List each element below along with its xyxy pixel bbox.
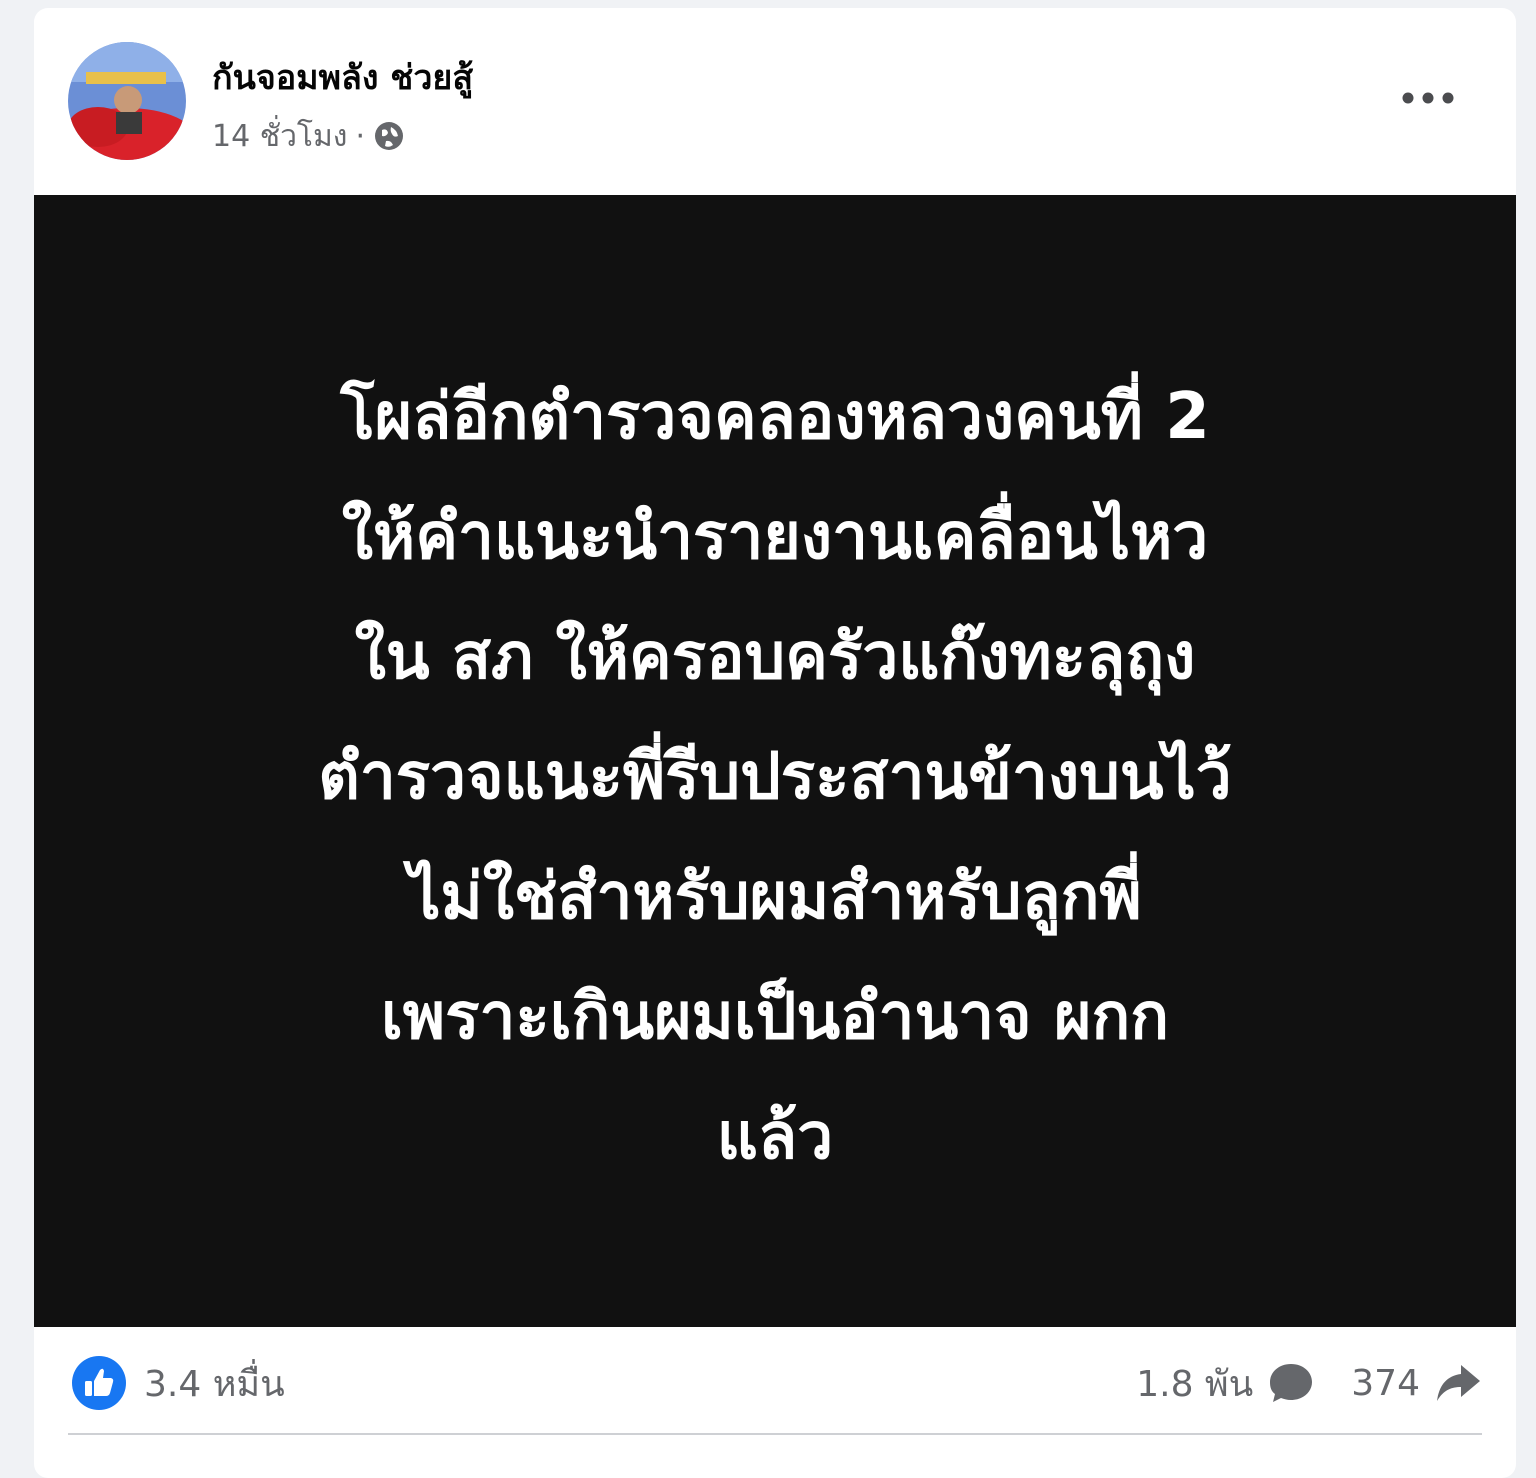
image-text-line: โผล่อีกตำรวจคลองหลวงคนที่ 2 bbox=[340, 380, 1210, 454]
shares-count-label: 374 bbox=[1351, 1362, 1420, 1404]
reactions-count-label: 3.4 หมื่น bbox=[144, 1363, 285, 1405]
post-stats-bar: 3.4 หมื่น 1.8 พัน 374 bbox=[68, 1327, 1482, 1435]
comments-count-label: 1.8 พัน bbox=[1136, 1363, 1254, 1405]
comment-icon bbox=[1270, 1364, 1313, 1402]
post-card: กันจอมพลัง ช่วยสู้ 14 ชั่วโมง · โผล่อีกต… bbox=[34, 8, 1516, 1478]
author-name[interactable]: กันจอมพลัง ช่วยสู้ bbox=[212, 50, 473, 104]
image-text-line: แล้ว bbox=[716, 1100, 834, 1174]
image-text-line: เพราะเกินผมเป็นอำนาจ ผกก bbox=[381, 980, 1169, 1054]
image-text-line: ใน สภ ให้ครอบครัวแก๊งทะลุถุง bbox=[354, 620, 1196, 694]
share-icon bbox=[1437, 1365, 1480, 1401]
shares-count[interactable]: 374 bbox=[1351, 1359, 1482, 1407]
image-text-line: ไม่ใช่สำหรับผมสำหรับลูกพี่ bbox=[408, 860, 1142, 934]
engagement-stats: 1.8 พัน 374 bbox=[1136, 1357, 1482, 1409]
like-reaction-icon bbox=[72, 1356, 126, 1410]
avatar-image bbox=[68, 42, 186, 160]
reactions-count[interactable]: 3.4 หมื่น bbox=[72, 1356, 285, 1410]
more-options-button[interactable] bbox=[1396, 78, 1460, 118]
more-options-icon bbox=[1402, 92, 1454, 104]
post-meta: 14 ชั่วโมง · bbox=[212, 116, 405, 156]
image-text-line: ตำรวจแนะพี่รีบประสานข้างบนไว้ bbox=[318, 740, 1232, 814]
meta-separator: · bbox=[355, 118, 366, 154]
post-text-image[interactable]: โผล่อีกตำรวจคลองหลวงคนที่ 2 ให้คำแนะนำรา… bbox=[34, 195, 1516, 1327]
comments-count[interactable]: 1.8 พัน bbox=[1136, 1355, 1315, 1412]
author-avatar[interactable] bbox=[68, 42, 186, 160]
post-time[interactable]: 14 ชั่วโมง bbox=[212, 113, 347, 160]
globe-icon[interactable] bbox=[373, 120, 405, 152]
post-image-text: โผล่อีกตำรวจคลองหลวงคนที่ 2 ให้คำแนะนำรา… bbox=[114, 357, 1436, 1197]
image-text-line: ให้คำแนะนำรายงานเคลื่อนไหว bbox=[341, 500, 1209, 574]
post-header: กันจอมพลัง ช่วยสู้ 14 ชั่วโมง · bbox=[34, 8, 1516, 195]
